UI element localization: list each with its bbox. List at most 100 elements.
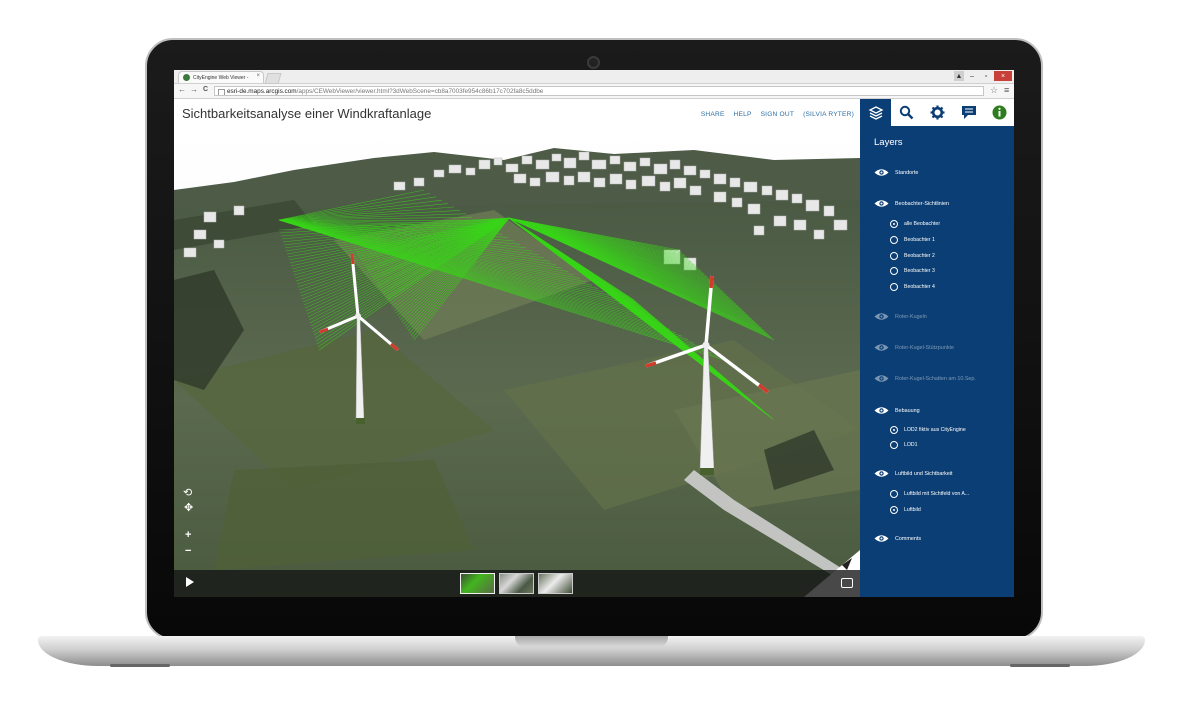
tab-bar: CityEngine Web Viewer - × ▲ – ▫ × <box>174 70 1014 84</box>
forward-button[interactable]: → <box>190 85 198 94</box>
option-luftbild[interactable]: Luftbild <box>890 506 921 514</box>
settings-tab[interactable] <box>922 99 953 126</box>
slide-thumbnail[interactable] <box>460 573 495 594</box>
url-path: /apps/CEWebViewer/viewer.html?3dWebScene… <box>296 88 544 95</box>
layer-roter-kugel-stuetzpunkte[interactable]: Roter-Kugel-Stützpunkte <box>874 343 954 352</box>
close-button[interactable]: × <box>994 71 1012 81</box>
user-icon[interactable]: ▲ <box>954 71 964 81</box>
header-links: SHARE HELP SIGN OUT (SILVIA RYTER) <box>701 111 854 118</box>
zoom-out-button[interactable]: − <box>185 546 191 557</box>
layer-label: Bebauung <box>895 407 920 414</box>
layer-label: Comments <box>895 535 922 542</box>
eye-icon[interactable] <box>874 534 889 543</box>
slide-thumbnail[interactable] <box>538 573 573 594</box>
browser-window: CityEngine Web Viewer - × ▲ – ▫ × ← → C … <box>174 70 1014 597</box>
radio-button[interactable] <box>890 441 898 449</box>
search-tab[interactable] <box>891 99 922 126</box>
share-link[interactable]: SHARE <box>701 111 725 118</box>
browser-tab[interactable]: CityEngine Web Viewer - × <box>178 71 264 83</box>
webcam <box>587 56 600 69</box>
option-label: Beobachter 3 <box>904 268 935 274</box>
layers-tab[interactable] <box>860 99 891 126</box>
layer-roter-kugel-schatten[interactable]: Roter-Kugel-Schatten am 10.Sep. <box>874 374 976 383</box>
radio-button[interactable] <box>890 267 898 275</box>
reload-button[interactable]: C <box>203 86 208 93</box>
panel-title: Layers <box>874 137 903 148</box>
option-label: Beobachter 1 <box>904 237 935 243</box>
new-tab-button[interactable] <box>264 73 282 84</box>
option-label: Beobachter 4 <box>904 284 935 290</box>
layer-comments[interactable]: Comments <box>874 534 921 543</box>
eye-icon[interactable] <box>874 469 889 478</box>
option-luftbild-sichtfeld[interactable]: Luftbild mit Sichtfeld von A... <box>890 490 969 498</box>
comments-tab[interactable] <box>953 99 984 126</box>
layer-label: Roter-Kugel-Stützpunkte <box>895 344 955 351</box>
back-button[interactable]: ← <box>178 85 186 94</box>
panel-toolbar <box>860 99 1014 126</box>
layer-label: Roter-Kugeln <box>895 313 927 320</box>
url-domain: esri-de.maps.arcgis.com <box>227 88 297 95</box>
eye-icon[interactable] <box>874 312 889 321</box>
layer-standorte[interactable]: Standorte <box>874 168 918 177</box>
url-input[interactable]: esri-de.maps.arcgis.com/apps/CEWebViewer… <box>214 86 984 96</box>
bookmark-star-icon[interactable]: ☆ <box>990 85 998 96</box>
pan-icon[interactable]: ✥ <box>184 503 193 514</box>
layer-beobachter-sichtlinien[interactable]: Beobachter-Sichtlinien <box>874 199 949 208</box>
option-label: Luftbild mit Sichtfeld von A... <box>904 491 970 497</box>
info-tab[interactable] <box>984 99 1014 126</box>
layer-label: Beobachter-Sichtlinien <box>895 200 949 207</box>
layer-label: Roter-Kugel-Schatten am 10.Sep. <box>895 375 976 382</box>
play-icon[interactable] <box>186 577 194 587</box>
zoom-in-button[interactable]: + <box>185 530 191 541</box>
eye-icon[interactable] <box>874 374 889 383</box>
help-link[interactable]: HELP <box>734 111 752 118</box>
option-label: LOD1 <box>904 442 918 448</box>
option-beobachter-4[interactable]: Beobachter 4 <box>890 283 935 291</box>
page-title: Sichtbarkeitsanalyse einer Windkraftanla… <box>182 106 432 121</box>
layer-roter-kugeln[interactable]: Roter-Kugeln <box>874 312 927 321</box>
address-bar: ← → C esri-de.maps.arcgis.com/apps/CEWeb… <box>174 84 1014 99</box>
option-label: Beobachter 2 <box>904 253 935 259</box>
option-beobachter-3[interactable]: Beobachter 3 <box>890 267 935 275</box>
search-icon <box>899 105 914 120</box>
info-icon <box>992 105 1007 120</box>
eye-icon[interactable] <box>874 343 889 352</box>
user-name-link[interactable]: (SILVIA RYTER) <box>803 111 854 118</box>
eye-icon[interactable] <box>874 406 889 415</box>
laptop-foot <box>110 664 170 667</box>
radio-button[interactable] <box>890 252 898 260</box>
3d-scene-view[interactable] <box>174 130 860 597</box>
fullscreen-icon[interactable] <box>841 578 853 588</box>
radio-button[interactable] <box>890 506 898 514</box>
comment-icon <box>961 106 976 119</box>
laptop-foot <box>1010 664 1070 667</box>
scene-graphic <box>174 130 860 597</box>
radio-button[interactable] <box>890 490 898 498</box>
layers-panel: Layers Standorte Beobachter-Sichtlinien … <box>860 126 1014 597</box>
layers-icon <box>868 105 883 120</box>
layer-bebauung[interactable]: Bebauung <box>874 406 920 415</box>
option-beobachter-1[interactable]: Beobachter 1 <box>890 236 935 244</box>
rotate-icon[interactable]: ⟲ <box>183 488 192 499</box>
radio-button[interactable] <box>890 236 898 244</box>
browser-menu-icon[interactable]: ≡ <box>1004 85 1009 95</box>
radio-button[interactable] <box>890 283 898 291</box>
tab-close-icon[interactable]: × <box>256 73 260 79</box>
minimize-button[interactable]: – <box>966 71 978 81</box>
layer-luftbild-sichtbarkeit[interactable]: Luftbild und Sichtbarkeit <box>874 469 953 478</box>
laptop-notch <box>515 636 668 647</box>
option-lod2[interactable]: LOD2 fiktiv aus CityEngine <box>890 426 966 434</box>
restore-button[interactable]: ▫ <box>980 71 992 81</box>
option-alle-beobachter[interactable]: alle Beobachter <box>890 220 940 228</box>
app-header: Sichtbarkeitsanalyse einer Windkraftanla… <box>174 99 860 130</box>
option-lod1[interactable]: LOD1 <box>890 441 918 449</box>
sign-out-link[interactable]: SIGN OUT <box>761 111 794 118</box>
layer-label: Luftbild und Sichtbarkeit <box>895 470 953 477</box>
layer-label: Standorte <box>895 169 919 176</box>
radio-button[interactable] <box>890 220 898 228</box>
eye-icon[interactable] <box>874 199 889 208</box>
radio-button[interactable] <box>890 426 898 434</box>
option-beobachter-2[interactable]: Beobachter 2 <box>890 252 935 260</box>
slide-thumbnail[interactable] <box>499 573 534 594</box>
eye-icon[interactable] <box>874 168 889 177</box>
